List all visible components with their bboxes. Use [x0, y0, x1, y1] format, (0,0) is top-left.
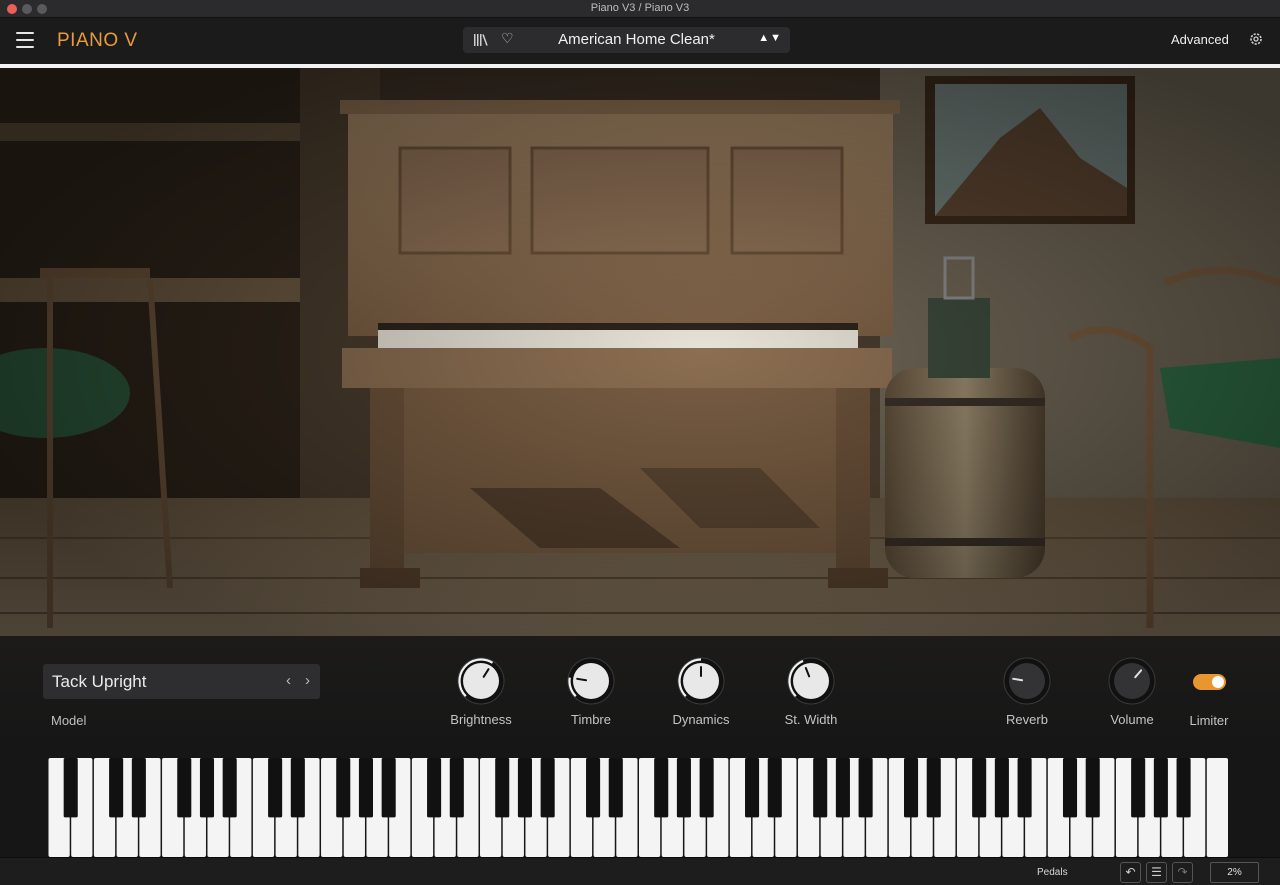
knob-graphic [677, 657, 725, 705]
black-key[interactable] [994, 758, 1009, 818]
pedals-label[interactable]: Pedals [1037, 867, 1068, 878]
black-key[interactable] [427, 758, 442, 818]
black-key[interactable] [835, 758, 850, 818]
dynamics-label: Dynamics [672, 712, 730, 727]
white-key[interactable] [1206, 758, 1228, 857]
black-key[interactable] [63, 758, 78, 818]
knob-graphic [787, 657, 835, 705]
app-name: PIANO V [57, 30, 138, 51]
keyboard-area [0, 750, 1280, 857]
control-panel: Tack Upright ‹ › Model Brightness Timbre… [0, 636, 1280, 750]
timbre-label: Timbre [571, 712, 611, 727]
gear-icon[interactable] [1248, 31, 1264, 47]
advanced-button[interactable]: Advanced [1171, 32, 1229, 47]
preset-nav-arrows[interactable]: ▲▼ [758, 32, 782, 44]
knob-graphic [1108, 657, 1156, 705]
instrument-image [0, 64, 1280, 636]
black-key[interactable] [495, 758, 510, 818]
model-next-button[interactable]: › [305, 672, 310, 689]
black-key[interactable] [745, 758, 760, 818]
black-key[interactable] [1153, 758, 1168, 818]
heart-icon[interactable]: ♡ [501, 30, 514, 47]
brightness-knob[interactable] [456, 656, 506, 706]
black-key[interactable] [109, 758, 124, 818]
timbre-knob[interactable] [566, 656, 616, 706]
stereo-width-knob[interactable] [786, 656, 836, 706]
black-key[interactable] [1085, 758, 1100, 818]
status-bar: Pedals ↶ ☰ ↷ 2% [0, 857, 1280, 885]
redo-icon[interactable]: ↷ [1172, 862, 1193, 883]
black-key[interactable] [858, 758, 873, 818]
stereo-width-label: St. Width [784, 712, 838, 727]
reverb-label: Reverb [1006, 712, 1048, 727]
volume-label: Volume [1110, 712, 1154, 727]
model-name: Tack Upright [52, 672, 147, 691]
model-prev-button[interactable]: ‹ [286, 672, 291, 689]
knob-graphic [567, 657, 615, 705]
black-key[interactable] [358, 758, 374, 818]
black-key[interactable] [1017, 758, 1032, 818]
black-key[interactable] [903, 758, 919, 818]
library-icon[interactable] [473, 32, 489, 48]
preset-browser[interactable]: ♡ American Home Clean* ▲▼ [463, 27, 790, 53]
black-key[interactable] [699, 758, 714, 818]
app-header: PIANO V ♡ American Home Clean* ▲▼ Advanc… [0, 18, 1280, 64]
black-key[interactable] [177, 758, 192, 818]
model-selector[interactable]: Tack Upright ‹ › [43, 664, 320, 699]
undo-icon[interactable]: ↶ [1120, 862, 1141, 883]
brightness-label: Brightness [450, 712, 512, 727]
black-key[interactable] [381, 758, 396, 818]
black-key[interactable] [199, 758, 215, 818]
black-key[interactable] [131, 758, 146, 818]
black-key[interactable] [540, 758, 555, 818]
model-label: Model [51, 713, 87, 728]
black-key[interactable] [813, 758, 828, 818]
knob-graphic [457, 657, 505, 705]
preset-name[interactable]: American Home Clean* [523, 31, 750, 48]
knob-graphic [1003, 657, 1051, 705]
black-key[interactable] [586, 758, 601, 818]
saloon-piano-illustration [0, 68, 1280, 636]
black-key[interactable] [972, 758, 987, 818]
cpu-meter: 2% [1210, 862, 1259, 883]
piano-keyboard[interactable] [48, 758, 1229, 857]
black-key[interactable] [222, 758, 237, 818]
menu-icon[interactable] [16, 32, 34, 48]
reverb-knob[interactable] [1002, 656, 1052, 706]
window-title: Piano V3 / Piano V3 [590, 2, 690, 14]
black-key[interactable] [608, 758, 623, 818]
black-key[interactable] [336, 758, 351, 818]
history-icon[interactable]: ☰ [1146, 862, 1167, 883]
black-key[interactable] [268, 758, 283, 818]
black-key[interactable] [449, 758, 464, 818]
black-key[interactable] [1062, 758, 1078, 818]
black-key[interactable] [1131, 758, 1146, 818]
black-key[interactable] [926, 758, 941, 818]
dynamics-knob[interactable] [676, 656, 726, 706]
black-key[interactable] [767, 758, 782, 818]
black-key[interactable] [290, 758, 305, 818]
window-titlebar: Piano V3 / Piano V3 [0, 0, 1280, 18]
black-key[interactable] [1176, 758, 1191, 818]
black-key[interactable] [517, 758, 532, 818]
black-key[interactable] [654, 758, 669, 818]
volume-knob[interactable] [1107, 656, 1157, 706]
black-key[interactable] [676, 758, 691, 818]
limiter-label: Limiter [1189, 713, 1229, 728]
limiter-toggle[interactable] [1193, 674, 1226, 690]
